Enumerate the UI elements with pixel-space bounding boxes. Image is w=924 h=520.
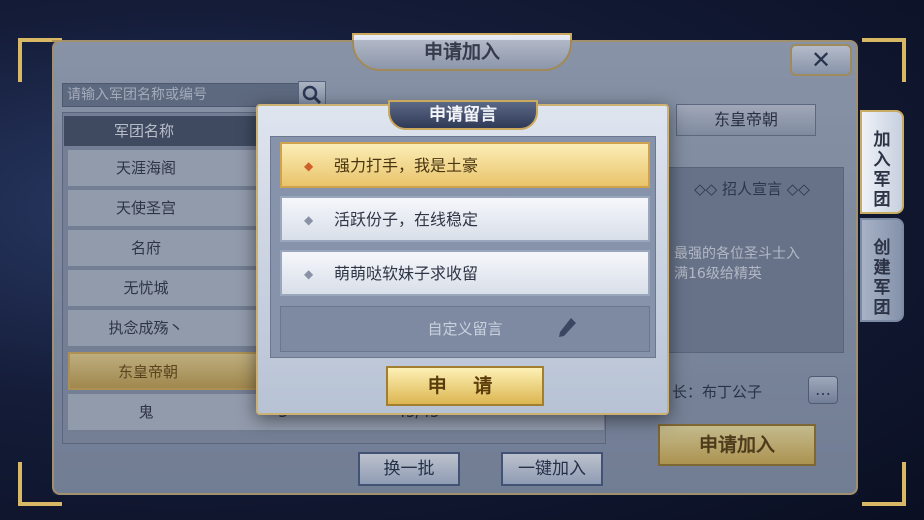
dialog-title: 申请留言 — [388, 100, 538, 130]
tab-label: 加入军团 — [873, 130, 891, 210]
tab-label: 创建军团 — [873, 238, 891, 318]
diamond-icon: ◆ — [304, 213, 314, 227]
pencil-icon — [559, 318, 576, 337]
submit-apply-button[interactable]: 申 请 — [386, 366, 544, 406]
tab-create-guild[interactable]: 创建军团 — [860, 218, 904, 322]
message-option-selected[interactable]: ◆ 强力打手，我是土豪 — [280, 142, 650, 188]
corner-ornament — [862, 38, 906, 82]
message-option[interactable]: ◆ 活跃份子，在线稳定 — [280, 196, 650, 242]
option-label: 强力打手，我是土豪 — [334, 156, 479, 175]
diamond-icon: ◆ — [304, 267, 314, 281]
custom-message-input[interactable]: 自定义留言 — [280, 306, 650, 352]
option-label: 萌萌哒软妹子求收留 — [334, 264, 479, 283]
corner-ornament — [862, 462, 906, 506]
option-label: 活跃份子，在线稳定 — [334, 210, 479, 229]
message-option[interactable]: ◆ 萌萌哒软妹子求收留 — [280, 250, 650, 296]
diamond-icon: ◆ — [304, 159, 314, 173]
tab-join-guild[interactable]: 加入军团 — [860, 110, 904, 214]
